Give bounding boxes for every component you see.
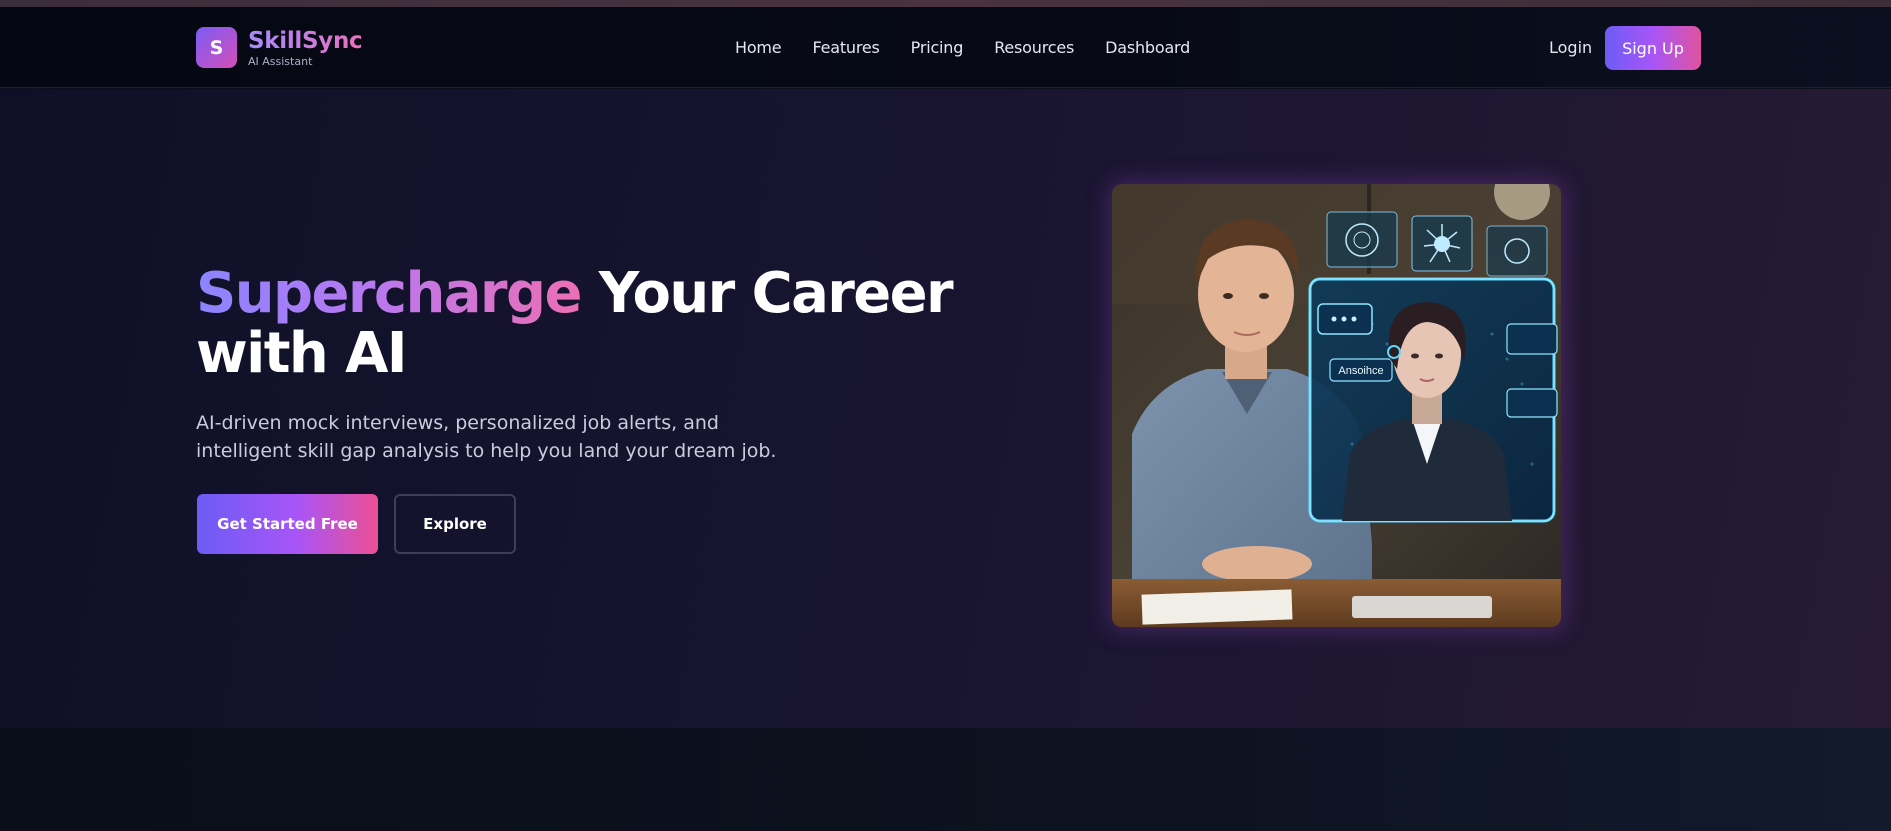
hero-title: Supercharge Your Career with AI [196, 264, 956, 384]
explore-button[interactable]: Explore [394, 494, 516, 554]
brand-name: SkillSync [248, 27, 363, 54]
get-started-button[interactable]: Get Started Free [197, 494, 378, 554]
brand-logo[interactable]: S SkillSync AI Assistant [196, 27, 363, 68]
nav-link-dashboard[interactable]: Dashboard [1105, 38, 1190, 57]
logo-mark-icon: S [196, 27, 237, 68]
ai-interview-illustration: Ansoihce [1112, 184, 1561, 627]
brand-text: SkillSync AI Assistant [248, 27, 363, 68]
login-link[interactable]: Login [1549, 38, 1592, 57]
brand-tagline: AI Assistant [248, 54, 313, 68]
top-navbar: S SkillSync AI Assistant Home Features P… [0, 7, 1891, 88]
nav-link-pricing[interactable]: Pricing [911, 38, 964, 57]
hero-title-accent: Supercharge [196, 261, 582, 326]
hero-illustration: Ansoihce [1112, 184, 1561, 627]
hologram-chip-label: Ansoihce [1338, 365, 1383, 377]
signup-button[interactable]: Sign Up [1605, 26, 1701, 70]
hero-section: Supercharge Your Career with AI AI-drive… [0, 89, 1891, 728]
nav-link-home[interactable]: Home [735, 38, 782, 57]
main-nav: Home Features Pricing Resources Dashboar… [735, 38, 1190, 57]
hero-subtitle: AI-driven mock interviews, personalized … [196, 412, 777, 462]
next-section [0, 728, 1891, 831]
top-accent-strip [0, 0, 1891, 7]
nav-link-features[interactable]: Features [812, 38, 879, 57]
nav-link-resources[interactable]: Resources [994, 38, 1074, 57]
